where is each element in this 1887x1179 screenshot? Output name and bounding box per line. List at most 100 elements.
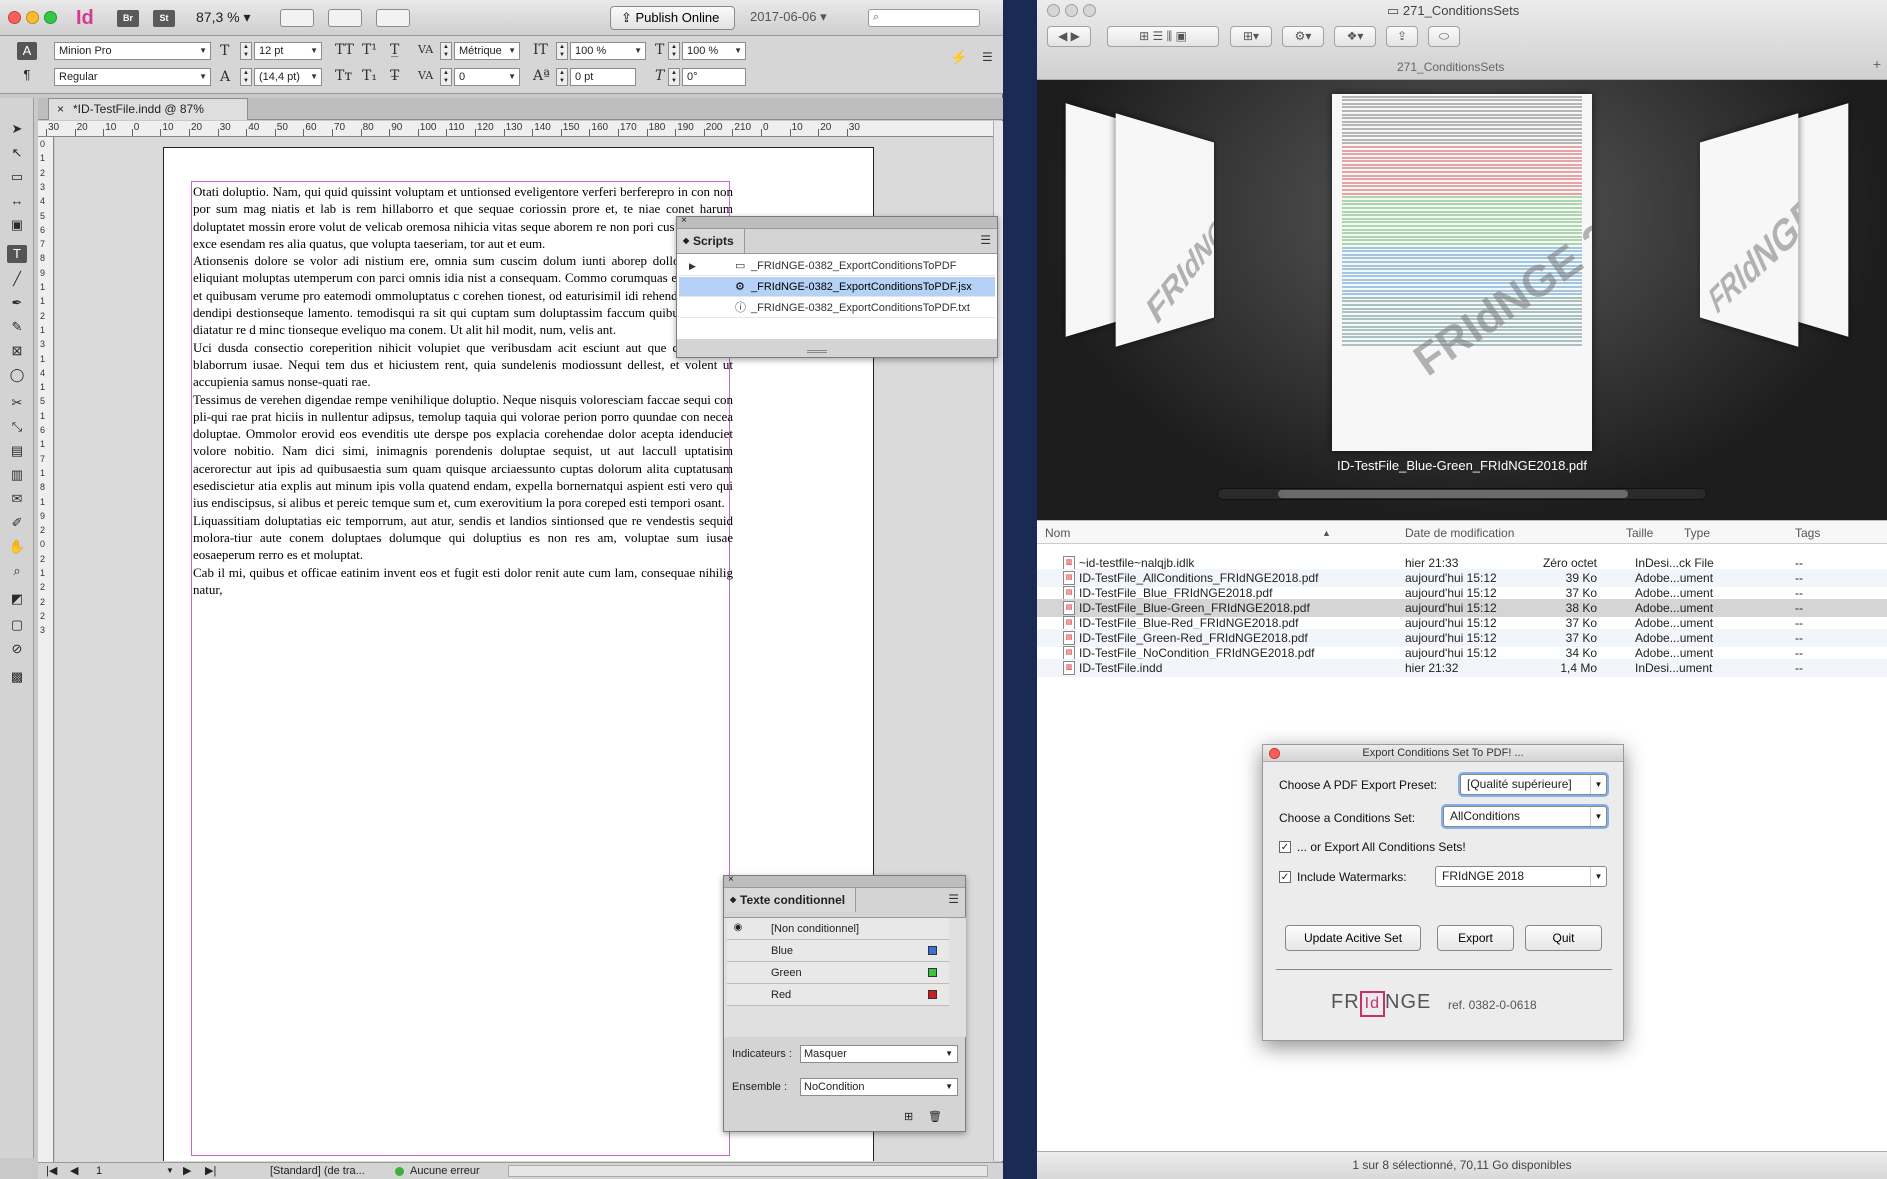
gap-tool-icon[interactable]: ↔ <box>7 192 27 210</box>
visibility-toggle-icon[interactable] <box>731 987 745 1001</box>
content-collector-icon[interactable]: ▣ <box>7 216 27 234</box>
pencil-tool-icon[interactable]: ✎ <box>7 318 27 336</box>
include-watermarks-checkbox[interactable]: ✓ <box>1279 871 1291 883</box>
gradient-feather-tool-icon[interactable]: ▥ <box>7 466 27 484</box>
pdf-preset-select[interactable]: [Qualité supérieure] ▼ <box>1460 774 1607 795</box>
fill-stroke-icon[interactable]: ◩ <box>7 590 27 608</box>
page-number-field[interactable]: 1 <box>96 1163 102 1179</box>
dropbox-icon[interactable]: ❖▾ <box>1334 26 1376 47</box>
close-window-button[interactable] <box>1047 4 1060 17</box>
condition-row-blue[interactable]: Blue <box>727 940 949 962</box>
minimize-window-button[interactable] <box>26 11 39 24</box>
font-size-stepper[interactable]: ▲ ▼ <box>240 42 252 60</box>
subscript-icon[interactable]: T₁ <box>362 68 377 84</box>
quit-button[interactable]: Quit <box>1525 925 1602 951</box>
workspace-select[interactable]: 2017-06-06 ▾ <box>750 9 827 25</box>
superscript-icon[interactable]: T¹ <box>362 42 377 58</box>
pen-tool-icon[interactable]: ✒ <box>7 294 27 312</box>
cover-flow-scroll-thumb[interactable] <box>1278 490 1628 498</box>
line-tool-icon[interactable]: ╱ <box>7 270 27 288</box>
minimize-window-button[interactable] <box>1065 4 1078 17</box>
screen-mode-icon[interactable] <box>328 9 362 27</box>
sort-ascending-icon[interactable]: ▲ <box>1322 521 1331 545</box>
watermark-select[interactable]: FRIdNGE 2018 ▼ <box>1435 866 1607 887</box>
document-tab[interactable]: × *ID-TestFile.indd @ 87% <box>48 98 248 120</box>
publish-online-button[interactable]: ⇪ Publish Online <box>610 6 735 30</box>
column-tags[interactable]: Tags <box>1795 521 1820 545</box>
tracking-stepper[interactable]: ▲ ▼ <box>440 68 452 86</box>
action-gear-icon[interactable]: ⚙▾ <box>1282 26 1324 47</box>
gradient-swatch-tool-icon[interactable]: ▤ <box>7 442 27 460</box>
column-name[interactable]: Nom <box>1045 521 1070 545</box>
export-all-checkbox[interactable]: ✓ <box>1279 841 1291 853</box>
free-transform-tool-icon[interactable]: ⤡ <box>7 418 27 436</box>
arrange-icon[interactable]: ⊞▾ <box>1230 26 1272 47</box>
tracking-select[interactable]: 0 ▼ <box>454 68 520 86</box>
leading-stepper[interactable]: ▲ ▼ <box>240 68 252 86</box>
search-input[interactable]: ⌕ <box>868 9 980 27</box>
direct-selection-tool-icon[interactable]: ↖ <box>7 144 27 162</box>
baseline-shift-stepper[interactable]: ▲ ▼ <box>556 68 568 86</box>
screen-mode-tool-icon[interactable]: ▩ <box>7 668 27 686</box>
selection-tool-icon[interactable]: ➤ <box>7 120 27 138</box>
export-button[interactable]: Export <box>1437 925 1514 951</box>
delete-condition-icon[interactable]: 🗑 <box>928 1110 942 1123</box>
horizontal-scrollbar[interactable] <box>508 1165 988 1177</box>
rectangle-frame-tool-icon[interactable]: ⊠ <box>7 342 27 360</box>
all-caps-icon[interactable]: TT <box>335 42 354 58</box>
horizontal-scale-field[interactable]: 100 % ▼ <box>682 42 746 60</box>
cover-flow-selected-preview[interactable]: FRIdNGE 2018 <box>1332 94 1592 451</box>
visibility-toggle-icon[interactable] <box>731 943 745 957</box>
baseline-shift-field[interactable]: 0 pt <box>570 68 636 86</box>
font-size-field[interactable]: 12 pt ▼ <box>254 42 322 60</box>
horizontal-ruler[interactable]: 30 20 10 0 10 20 30 40 50 60 70 80 90 100 110 120 130 140… <box>38 121 993 137</box>
zoom-window-button[interactable] <box>44 11 57 24</box>
close-window-button[interactable] <box>8 11 21 24</box>
view-options-icon[interactable] <box>280 9 314 27</box>
kerning-stepper[interactable]: ▲ ▼ <box>440 42 452 60</box>
font-style-select[interactable]: Regular ▼ <box>54 68 211 86</box>
underline-icon[interactable]: T̲ <box>390 42 399 58</box>
conditional-panel-tab[interactable]: ◆ Texte conditionnel <box>726 888 857 912</box>
apply-none-icon[interactable]: ⊘ <box>7 640 27 658</box>
conditional-panel-header[interactable]: × <box>724 874 965 888</box>
eyedropper-tool-icon[interactable]: ✐ <box>7 514 27 532</box>
type-tool-icon[interactable]: T <box>7 245 27 263</box>
file-row[interactable]: ▥ ID-TestFile.indd hier 21:32 1,4 Mo InDesi.… <box>1037 659 1887 677</box>
preflight-status[interactable]: Aucune erreur <box>410 1163 480 1179</box>
page-tool-icon[interactable]: ▭ <box>7 168 27 186</box>
zoom-window-button[interactable] <box>1083 4 1096 17</box>
leading-field[interactable]: (14,4 pt) ▼ <box>254 68 322 86</box>
close-dialog-button[interactable] <box>1269 748 1280 759</box>
vertical-ruler[interactable]: 0 1 2 3 4 5 6 7 8 9 1 1 2 1 3 1 4 1 5 1 6 1 7 1 8 1 9 2 0 2 1 2 2 2 3 <box>38 137 54 1162</box>
first-page-icon[interactable]: |◀ <box>46 1163 57 1179</box>
character-mode-icon[interactable]: A <box>17 42 37 60</box>
scissors-tool-icon[interactable]: ✂ <box>7 394 27 412</box>
zoom-level-select[interactable]: 87,3 % ▾ <box>196 9 251 26</box>
scripts-panel-header[interactable]: × <box>677 215 997 229</box>
style-status[interactable]: [Standard] (de tra... <box>270 1163 365 1179</box>
control-panel-menu-icon[interactable]: ☰ <box>982 50 993 64</box>
conditions-set-select[interactable]: AllConditions ▼ <box>1443 806 1607 827</box>
add-tab-icon[interactable]: + <box>1873 56 1881 72</box>
kerning-select[interactable]: Métrique ▼ <box>454 42 520 60</box>
stock-button[interactable]: St <box>153 10 175 27</box>
formatting-affects-icon[interactable]: ▢ <box>7 616 27 634</box>
paragraph-mode-icon[interactable]: ¶ <box>17 66 37 84</box>
vertical-scale-stepper[interactable]: ▲ ▼ <box>556 42 568 60</box>
script-folder-item[interactable]: ▶ ▭ _FRIdNGE-0382_ExportConditionsToPDF <box>679 256 995 276</box>
condition-row-green[interactable]: Green <box>727 962 949 984</box>
page-dropdown-icon[interactable]: ▼ <box>166 1163 174 1179</box>
visibility-eye-icon[interactable]: ◉ <box>731 921 745 935</box>
new-condition-icon[interactable]: ⊞ <box>904 1110 913 1123</box>
panel-menu-icon[interactable]: ☰ <box>980 233 991 247</box>
zoom-tool-icon[interactable]: ⌕ <box>7 562 27 580</box>
share-icon[interactable]: ⇪ <box>1386 26 1418 47</box>
story-text[interactable]: Otati doluptio. Nam, qui quid quissint v… <box>193 183 733 598</box>
column-date[interactable]: Date de modification <box>1405 521 1514 545</box>
skew-field[interactable]: 0° <box>682 68 746 86</box>
cover-flow-scrollbar[interactable] <box>1217 488 1707 500</box>
disclosure-triangle-icon[interactable]: ▶ <box>689 256 696 276</box>
indicators-select[interactable]: Masquer ▼ <box>800 1045 958 1063</box>
column-size[interactable]: Taille <box>1626 521 1653 545</box>
